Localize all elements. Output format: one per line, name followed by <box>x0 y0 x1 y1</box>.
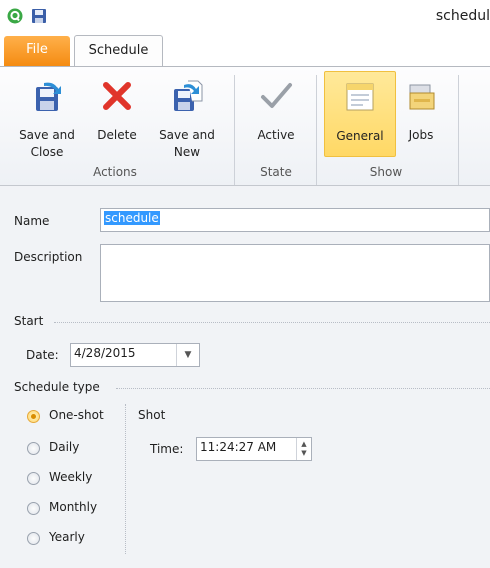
general-button[interactable]: General <box>324 71 396 157</box>
radio-yearly[interactable] <box>27 532 40 545</box>
tab-file[interactable]: File <box>4 36 70 67</box>
jobs-label: Jobs <box>408 128 434 142</box>
save-close-icon <box>36 82 61 111</box>
active-label: Active <box>257 128 295 142</box>
radio-one-shot-label[interactable]: One-shot <box>49 408 104 422</box>
description-label: Description <box>14 250 83 264</box>
schedule-type-section-heading: Schedule type <box>14 380 100 394</box>
time-value: 11:24:27 AM <box>200 440 277 454</box>
group-separator <box>316 75 317 185</box>
shot-heading: Shot <box>138 408 166 422</box>
chevron-down-icon[interactable]: ▼ <box>176 344 199 366</box>
active-button[interactable]: Active <box>244 71 308 163</box>
name-label: Name <box>14 214 50 228</box>
checkmark-icon <box>261 83 292 108</box>
date-value: 4/28/2015 <box>74 346 136 360</box>
save-new-icon <box>174 80 203 111</box>
save-and-close-button[interactable]: Save and Close <box>4 71 90 163</box>
save-and-new-label: Save and New <box>159 128 215 159</box>
date-picker[interactable]: 4/28/2015 ▼ <box>70 343 200 367</box>
radio-yearly-label[interactable]: Yearly <box>49 530 85 544</box>
description-field[interactable] <box>100 244 490 302</box>
options-divider <box>125 404 126 554</box>
radio-weekly[interactable] <box>27 472 40 485</box>
actions-group-label: Actions <box>93 165 137 179</box>
general-label: General <box>336 129 384 143</box>
jobs-button[interactable]: Jobs <box>398 71 444 163</box>
radio-one-shot[interactable] <box>27 410 40 423</box>
save-and-close-label: Save and Close <box>19 128 75 159</box>
radio-weekly-label[interactable]: Weekly <box>49 470 92 484</box>
qlikview-app-icon <box>7 8 23 24</box>
general-page-icon <box>346 83 374 111</box>
date-label: Date: <box>26 348 59 362</box>
quick-save-icon[interactable] <box>31 8 47 24</box>
delete-label: Delete <box>97 128 137 142</box>
state-group-label: State <box>260 165 292 179</box>
time-label: Time: <box>150 442 184 456</box>
show-group-label: Show <box>369 165 403 179</box>
tab-schedule[interactable]: Schedule <box>74 35 163 67</box>
window-title: schedul <box>435 8 490 24</box>
section-divider <box>54 322 490 323</box>
radio-monthly[interactable] <box>27 502 40 515</box>
group-separator <box>234 75 235 185</box>
ribbon-tabs: File Schedule <box>0 34 490 67</box>
radio-daily-label[interactable]: Daily <box>49 440 79 454</box>
schedule-form: Name schedule Description Start Date: 4/… <box>0 186 490 568</box>
name-value: schedule <box>104 211 160 225</box>
group-separator <box>458 75 459 185</box>
ribbon: Save and Close Delete Save and New Actio… <box>0 66 490 186</box>
radio-daily[interactable] <box>27 442 40 455</box>
delete-icon <box>103 82 131 110</box>
jobs-icon <box>409 84 435 110</box>
start-section-heading: Start <box>14 314 44 328</box>
name-field[interactable]: schedule <box>100 208 490 232</box>
title-bar: schedul <box>0 0 490 34</box>
spinner-icon[interactable]: ▲ ▼ <box>296 438 311 460</box>
delete-button[interactable]: Delete <box>88 71 146 163</box>
radio-monthly-label[interactable]: Monthly <box>49 500 97 514</box>
time-stepper[interactable]: 11:24:27 AM ▲ ▼ <box>196 437 312 461</box>
section-divider <box>116 388 490 389</box>
save-and-new-button[interactable]: Save and New <box>148 71 226 163</box>
